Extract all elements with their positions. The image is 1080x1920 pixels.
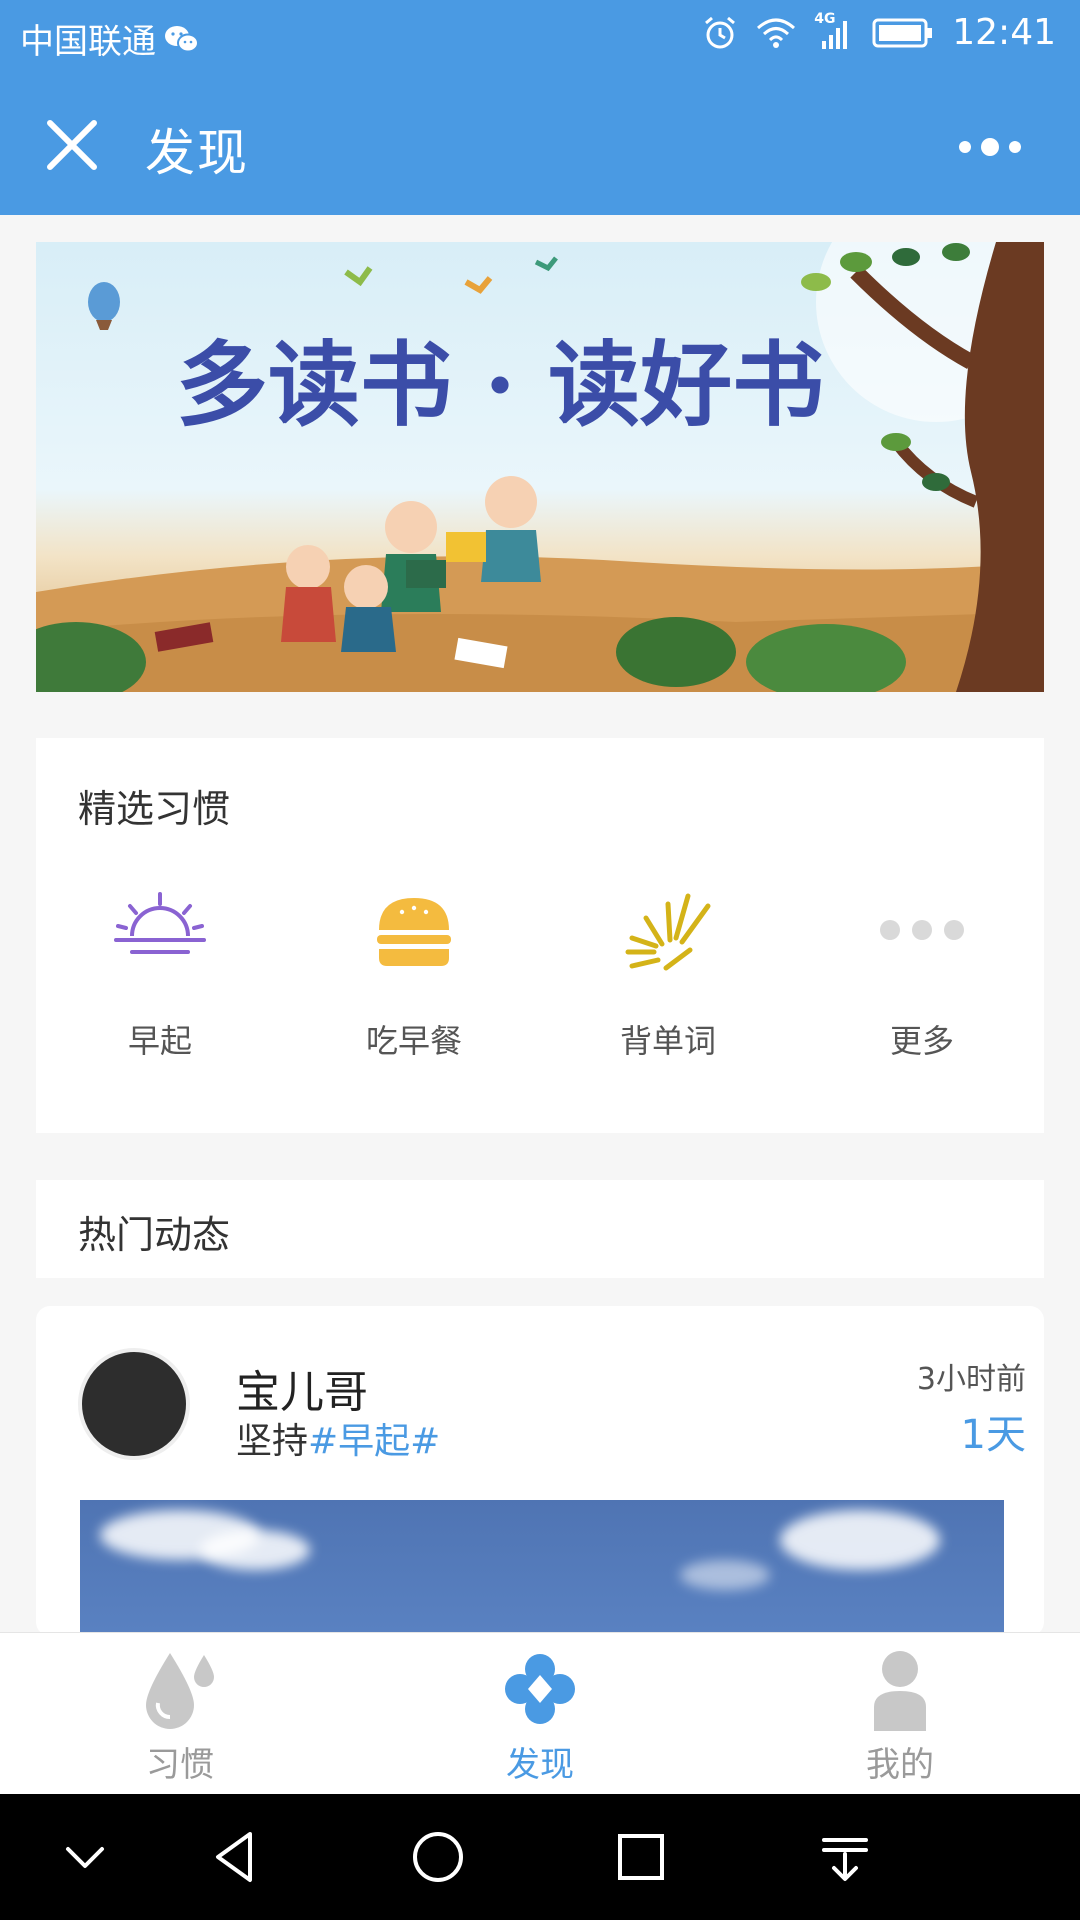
carrier-info: 中国联通 bbox=[20, 14, 200, 63]
tab-label: 发现 bbox=[506, 1745, 574, 1785]
tab-discover[interactable]: 发现 bbox=[440, 1647, 640, 1786]
clock-time: 12:41 bbox=[952, 12, 1056, 53]
carrier-name: 中国联通 bbox=[20, 22, 156, 62]
post-photo[interactable] bbox=[80, 1500, 1004, 1636]
back-icon[interactable] bbox=[200, 1822, 270, 1892]
recents-icon[interactable] bbox=[606, 1822, 676, 1892]
more-dots-icon bbox=[880, 920, 964, 940]
status-bar: 中国联通 4G 12:41 bbox=[0, 0, 1080, 75]
more-dot-icon bbox=[959, 141, 971, 153]
reading-banner[interactable]: 多读书 · 读好书 bbox=[36, 242, 1044, 692]
habit-label: 背单词 bbox=[619, 1022, 716, 1060]
section-title: 精选习惯 bbox=[78, 787, 231, 831]
signal-icon bbox=[822, 20, 848, 49]
habit-breakfast[interactable]: 吃早餐 bbox=[314, 888, 514, 1062]
sunrise-icon bbox=[114, 892, 206, 954]
habit-tag-link[interactable]: #早起# bbox=[308, 1421, 440, 1462]
tab-label: 习惯 bbox=[146, 1745, 214, 1785]
banner-illustration: 多读书 · 读好书 bbox=[36, 242, 1044, 692]
chevron-down-icon[interactable] bbox=[50, 1822, 120, 1892]
system-navigation-bar bbox=[0, 1794, 1080, 1920]
burst-icon bbox=[625, 893, 711, 971]
clover-icon bbox=[505, 1654, 575, 1724]
battery-icon bbox=[872, 18, 933, 47]
close-icon[interactable] bbox=[40, 113, 104, 177]
page-title: 发现 bbox=[145, 124, 249, 182]
alarm-icon bbox=[705, 16, 736, 48]
post-timestamp: 3小时前 bbox=[916, 1362, 1026, 1397]
habit-vocabulary[interactable]: 背单词 bbox=[568, 888, 768, 1062]
habit-early-rise[interactable]: 早起 bbox=[60, 888, 260, 1062]
more-dot-icon bbox=[1009, 141, 1021, 153]
more-options-button[interactable] bbox=[940, 127, 1040, 167]
post-username[interactable]: 宝儿哥 bbox=[236, 1356, 368, 1420]
hot-feed-header: 热门动态 bbox=[36, 1180, 1044, 1278]
home-icon[interactable] bbox=[403, 1822, 473, 1892]
wifi-icon bbox=[757, 18, 796, 48]
wechat-icon bbox=[165, 25, 199, 52]
avatar[interactable] bbox=[78, 1348, 190, 1460]
notification-pulldown-icon[interactable] bbox=[810, 1822, 880, 1892]
streak-days: 1天 bbox=[960, 1412, 1026, 1458]
tab-me[interactable]: 我的 bbox=[800, 1647, 1000, 1786]
burger-icon bbox=[377, 898, 451, 966]
status-icons: 4G 12:41 bbox=[702, 11, 1056, 53]
post-desc-prefix: 坚持 bbox=[236, 1421, 309, 1462]
habit-more[interactable]: 更多 bbox=[822, 888, 1022, 1062]
bottom-tab-bar: 习惯 发现 我的 bbox=[0, 1632, 1080, 1794]
more-dot-icon bbox=[981, 138, 999, 156]
feed-post-card[interactable]: 宝儿哥 坚持#早起# 3小时前 1天 bbox=[36, 1306, 1044, 1636]
section-title: 热门动态 bbox=[78, 1213, 231, 1257]
app-header: 发现 bbox=[0, 75, 1080, 215]
tab-habits[interactable]: 习惯 bbox=[80, 1647, 280, 1786]
tab-label: 我的 bbox=[866, 1745, 934, 1785]
habit-label: 早起 bbox=[127, 1022, 192, 1060]
habit-label: 吃早餐 bbox=[365, 1022, 462, 1060]
signal-indicator: 4G bbox=[814, 11, 854, 51]
featured-habits-section: 精选习惯 早起 吃早餐 背单词 更多 bbox=[36, 738, 1044, 1133]
habit-label: 更多 bbox=[889, 1022, 954, 1060]
post-description: 坚持#早起# bbox=[236, 1412, 440, 1464]
banner-headline: 多读书 · 读好书 bbox=[176, 331, 824, 439]
drops-icon bbox=[146, 1653, 214, 1729]
person-icon bbox=[874, 1651, 926, 1731]
